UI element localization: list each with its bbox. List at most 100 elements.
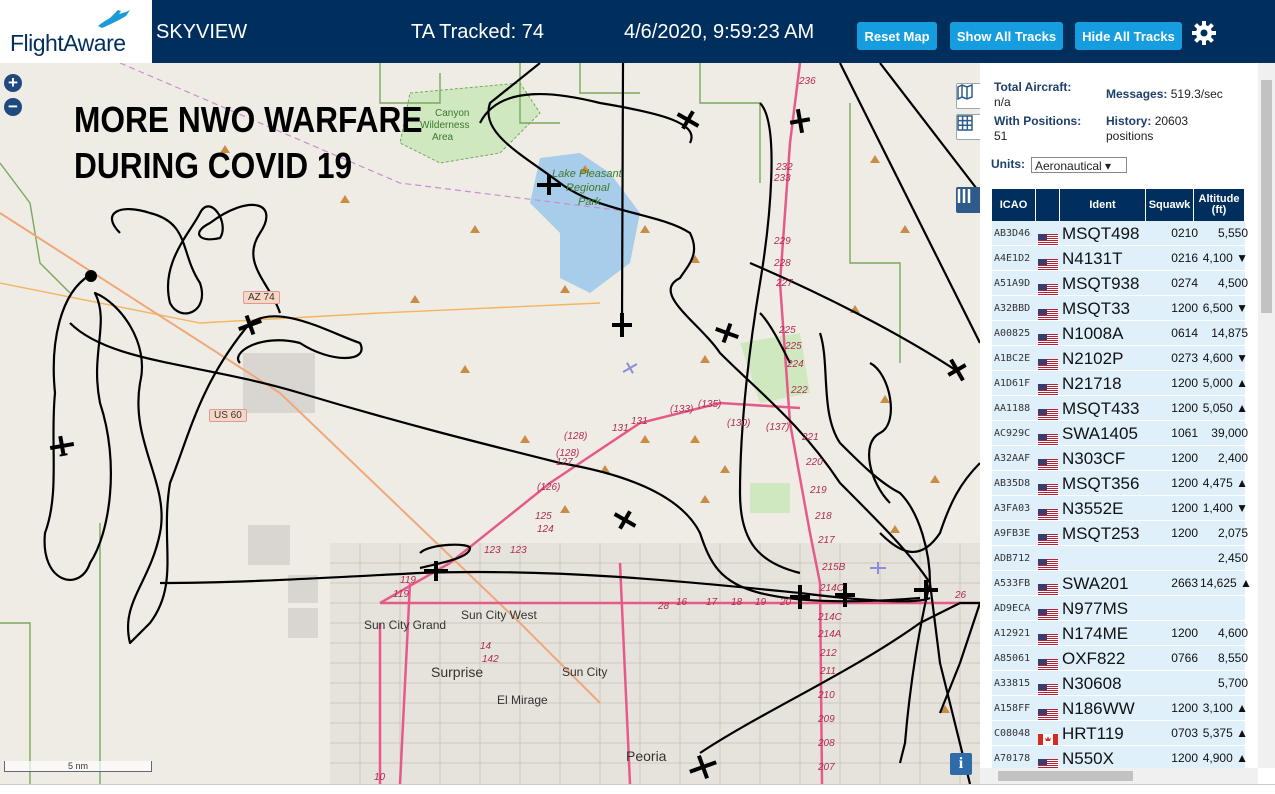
icao-cell: A533FB (994, 578, 1031, 589)
altitude-cell: 2,450 (1217, 551, 1248, 565)
history-unit: positions (1106, 129, 1154, 143)
total-aircraft-stat: Total Aircraft: n/a (994, 80, 1071, 110)
col-icao[interactable]: ICAO (992, 189, 1036, 221)
info-button[interactable]: i (950, 753, 972, 775)
table-row[interactable]: A32AAF N303CF 1200 2,400 (992, 446, 1248, 471)
messages-stat: Messages: 519.3/sec (1106, 87, 1223, 102)
altitude-cell: 5,050 ▲ (1202, 401, 1248, 415)
zoom-out-button[interactable]: − (4, 98, 22, 116)
map-label: Wilderness (420, 120, 470, 131)
reset-map-button[interactable]: Reset Map (857, 22, 937, 50)
units-select[interactable]: Aeronautical ▾ (1031, 157, 1127, 173)
map-layers-button[interactable] (956, 83, 980, 109)
table-row[interactable]: A533FB SWA201 2663 14,625 ▲ (992, 571, 1252, 596)
icao-cell: A00825 (994, 328, 1031, 339)
horizontal-scroll-thumb[interactable] (998, 771, 1133, 781)
table-row[interactable]: AB35D8 MSQT356 1200 4,475 ▲ (992, 471, 1248, 496)
icao-cell: ADB712 (994, 553, 1031, 564)
icao-cell: A158FF (994, 703, 1031, 714)
icao-cell: A1D61F (994, 378, 1031, 389)
tracked-count: TA Tracked: 74 (411, 21, 545, 43)
map-label: Sun City Grand (364, 618, 447, 632)
with-positions-value: 51 (994, 129, 1008, 143)
col-flag[interactable] (1036, 189, 1060, 221)
gear-icon[interactable] (1191, 20, 1217, 46)
canada-flag-icon (1038, 728, 1058, 745)
ident-cell: N186WW (1062, 699, 1135, 718)
road-number: 211 (820, 666, 836, 677)
road-number: 222 (791, 385, 808, 396)
table-row[interactable]: A12921 N174ME 1200 4,600 (992, 621, 1248, 646)
table-row[interactable]: AD9ECA N977MS (992, 596, 1245, 621)
col-squawk[interactable]: Squawk (1146, 189, 1194, 221)
flightaware-logo[interactable]: FlightAware (0, 0, 152, 63)
us-flag-icon (1038, 528, 1058, 545)
hide-all-tracks-button[interactable]: Hide All Tracks (1075, 22, 1182, 50)
road-number: (137) (766, 422, 790, 433)
zoom-in-button[interactable]: + (4, 74, 22, 92)
table-row[interactable]: ADB712 2,450 (992, 546, 1248, 571)
squawk-cell (1150, 546, 1198, 571)
toggle-sidebar-button[interactable] (956, 187, 980, 213)
table-row[interactable]: A85061 OXF822 0766 8,550 (992, 646, 1248, 671)
table-row[interactable]: A4E1D2 N4131T 0216 4,100 ▼ (992, 246, 1248, 271)
grid-toggle-button[interactable] (956, 114, 980, 140)
table-row[interactable]: A32BBD MSQT33 1200 6,500 ▼ (992, 296, 1248, 321)
scale-bar: 5 nm (4, 761, 152, 772)
road-number: 18 (731, 597, 743, 608)
show-all-tracks-button[interactable]: Show All Tracks (950, 22, 1063, 50)
road-number: 124 (537, 524, 554, 535)
logo-plane-icon (98, 10, 130, 28)
ident-cell: N174ME (1062, 624, 1129, 643)
us-flag-icon (1038, 403, 1058, 420)
aircraft-panel: Total Aircraft: n/a Messages: 519.3/sec … (980, 63, 1275, 784)
squawk-cell: 0274 (1171, 276, 1198, 290)
altitude-cell: 5,375 ▲ (1202, 726, 1248, 740)
icao-cell: A9FB3E (994, 528, 1031, 539)
with-positions-label: With Positions: (994, 114, 1082, 128)
squawk-cell: 1200 (1171, 376, 1198, 390)
road-number: 215B (822, 562, 846, 573)
table-row[interactable]: A1BC2E N2102P 0273 4,600 ▼ (992, 346, 1248, 371)
table-row[interactable]: A1D61F N21718 1200 5,000 ▲ (992, 371, 1248, 396)
table-row[interactable]: C08048 HRT119 0703 5,375 ▲ (992, 721, 1248, 746)
ident-cell: HRT119 (1062, 724, 1124, 743)
icao-cell: AA1188 (994, 403, 1031, 414)
icao-cell: A32AAF (994, 453, 1031, 464)
us-flag-icon (1038, 653, 1058, 670)
messages-label: Messages: (1106, 87, 1168, 101)
col-ident[interactable]: Ident (1060, 189, 1146, 221)
road-number: 220 (806, 457, 823, 468)
table-row[interactable]: A33815 N30608 5,700 (992, 671, 1248, 696)
squawk-cell (1150, 596, 1198, 621)
icao-cell: AB3D46 (994, 228, 1031, 239)
table-row[interactable]: A00825 N1008A 0614 14,875 (992, 321, 1248, 346)
table-body: AB3D46 MSQT498 0210 5,550 A4E1D2 N4131T 0216 4,… (992, 221, 1252, 771)
table-row[interactable]: A158FF N186WW 1200 3,100 ▲ (992, 696, 1248, 721)
table-row[interactable]: A9FB3E MSQT253 1200 2,075 (992, 521, 1248, 546)
table-row[interactable]: A51A9D MSQT938 0274 4,500 (992, 271, 1248, 296)
table-row[interactable]: AB3D46 MSQT498 0210 5,550 (992, 221, 1248, 246)
icao-cell: A4E1D2 (994, 253, 1031, 264)
road-number: 123 (510, 545, 527, 556)
table-header: ICAO Ident Squawk Altitude (ft) (992, 189, 1245, 221)
logo-text: FlightAware (10, 30, 126, 56)
table-row[interactable]: AA1188 MSQT433 1200 5,050 ▲ (992, 396, 1248, 421)
altitude-cell: 5,700 (1217, 676, 1248, 690)
altitude-cell: 2,400 (1217, 451, 1248, 465)
ident-cell: MSQT33 (1062, 299, 1131, 318)
road-number: 131 (612, 423, 629, 434)
us-flag-icon (1038, 303, 1058, 320)
altitude-cell: 4,600 (1217, 626, 1248, 640)
col-altitude[interactable]: Altitude (ft) (1194, 189, 1245, 221)
vertical-scroll-thumb[interactable] (1261, 80, 1272, 313)
icao-cell: AC929C (994, 428, 1031, 439)
us-flag-icon (1038, 478, 1058, 495)
map-view[interactable]: + − MORE NWO WARFARE DURING COVID 19 Can… (0, 63, 980, 784)
squawk-cell: 0614 (1171, 326, 1198, 340)
ident-cell: N3552E (1062, 499, 1124, 518)
table-row[interactable]: A3FA03 N3552E 1200 1,400 ▼ (992, 496, 1248, 521)
table-row[interactable]: AC929C SWA1405 1061 39,000 (992, 421, 1248, 446)
squawk-cell: 1200 (1171, 701, 1198, 715)
squawk-cell: 0766 (1171, 651, 1198, 665)
